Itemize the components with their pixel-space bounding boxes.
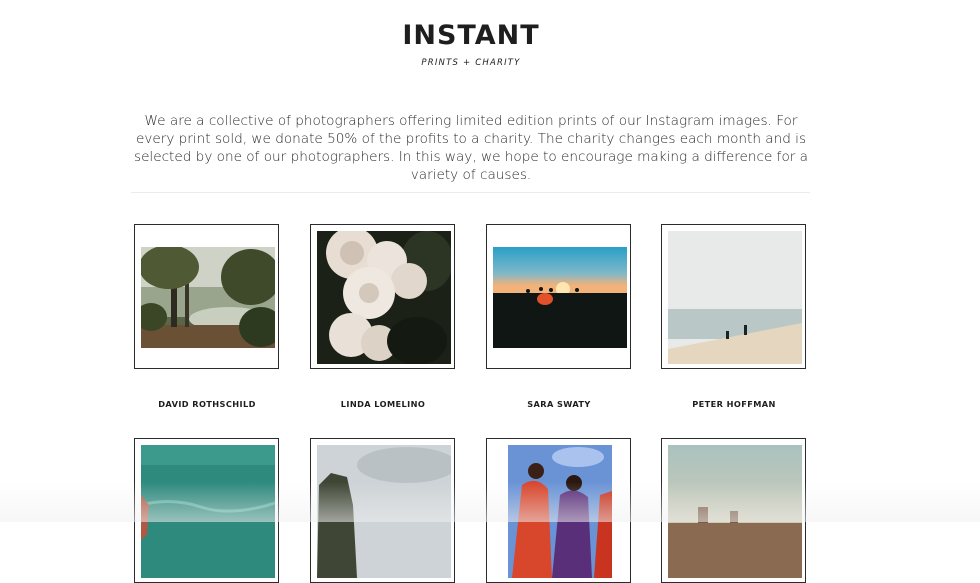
desert-buttes-image bbox=[668, 445, 802, 578]
forest-lake-photo bbox=[141, 247, 275, 348]
photographer-name[interactable]: LINDA LOMELINO bbox=[293, 399, 473, 409]
photographer-name[interactable]: SARA SWATY bbox=[469, 399, 649, 409]
photo-card[interactable] bbox=[310, 438, 455, 583]
sea-water-image bbox=[141, 445, 275, 578]
white-roses-image bbox=[317, 231, 451, 364]
people-in-blankets-photo bbox=[508, 445, 612, 578]
foggy-beach-photo bbox=[668, 231, 802, 364]
sea-rock-image bbox=[317, 445, 451, 578]
photo-card[interactable] bbox=[661, 438, 806, 583]
photo-card[interactable] bbox=[486, 438, 631, 583]
sea-water-photo bbox=[141, 445, 275, 578]
desert-buttes-photo bbox=[668, 445, 802, 578]
brand-logo[interactable]: INSTANT bbox=[0, 20, 942, 51]
forest-lake-image bbox=[141, 247, 275, 348]
photo-card-sara-swaty[interactable] bbox=[486, 224, 631, 369]
photographer-name[interactable]: DAVID ROTHSCHILD bbox=[117, 399, 297, 409]
tagline: PRINTS + CHARITY bbox=[421, 58, 521, 68]
foggy-beach-image bbox=[668, 231, 802, 364]
sunset-cyclists-image bbox=[493, 247, 627, 348]
photo-card-linda-lomelino[interactable] bbox=[310, 224, 455, 369]
divider bbox=[131, 192, 810, 193]
white-roses-photo bbox=[317, 231, 451, 364]
intro-text: We are a collective of photographers off… bbox=[133, 113, 809, 183]
sunset-cyclists-photo bbox=[493, 247, 627, 348]
sea-rock-photo bbox=[317, 445, 451, 578]
photographer-name[interactable]: PETER HOFFMAN bbox=[644, 399, 824, 409]
photo-card-peter-hoffman[interactable] bbox=[661, 224, 806, 369]
photo-card-david-rothschild[interactable] bbox=[134, 224, 279, 369]
people-in-blankets-image bbox=[508, 445, 612, 578]
photo-card[interactable] bbox=[134, 438, 279, 583]
